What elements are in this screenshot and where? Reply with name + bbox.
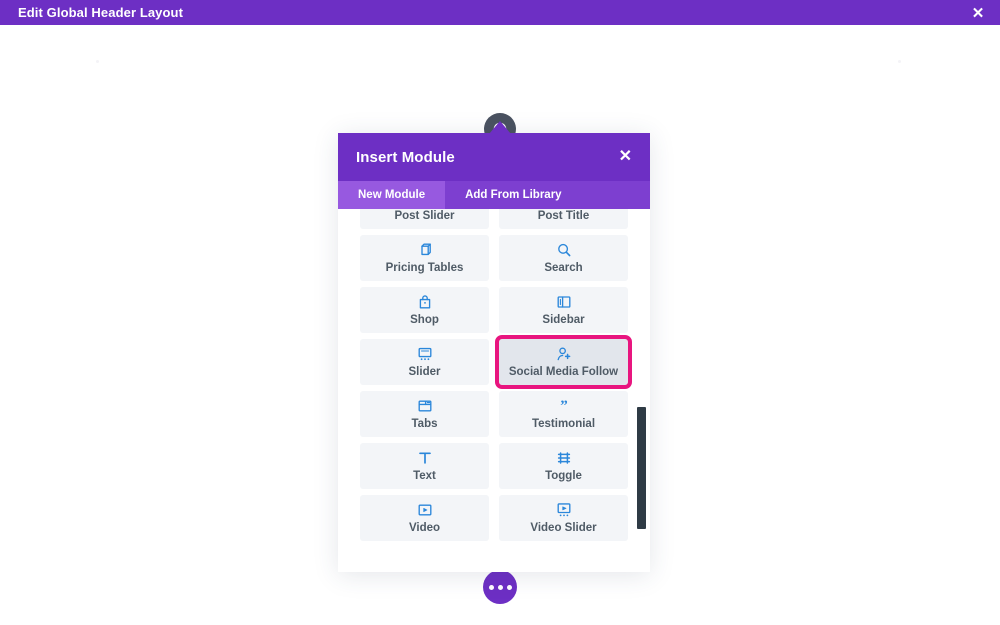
- module-cell-label: Shop: [410, 313, 439, 326]
- module-cell-label: Slider: [408, 365, 441, 378]
- modal-title: Insert Module: [356, 148, 455, 166]
- social-media-follow-icon: [556, 346, 572, 363]
- module-cell-label: Video: [408, 521, 441, 534]
- ellipsis-icon[interactable]: [483, 570, 517, 604]
- close-icon[interactable]: ✕: [617, 145, 634, 169]
- module-cell-label: Text: [413, 469, 436, 482]
- tabs-icon: [417, 398, 433, 415]
- modal-scrollbar-thumb[interactable]: [637, 407, 646, 529]
- ellipsis-dot: [497, 584, 503, 590]
- module-cell-video-slider[interactable]: Video Slider: [499, 495, 628, 541]
- module-cell-post-slider[interactable]: Post Slider: [360, 209, 489, 229]
- insert-module-modal: Insert Module ✕ New Module Add From Libr…: [338, 133, 650, 572]
- module-cell-label: Testimonial: [531, 417, 596, 430]
- modal-pointer-arrow: [489, 121, 511, 134]
- shop-bag-icon: [417, 294, 433, 311]
- module-cell-label: Video Slider: [530, 521, 597, 534]
- module-cell-search[interactable]: Search: [499, 235, 628, 281]
- sidebar-icon: [556, 294, 572, 311]
- module-cell-label: Pricing Tables: [385, 261, 464, 274]
- tab-add-from-library[interactable]: Add From Library: [445, 181, 581, 209]
- tab-new-module[interactable]: New Module: [338, 181, 446, 209]
- module-cell-label: Post Slider: [394, 209, 455, 222]
- module-cell-shop[interactable]: Shop: [360, 287, 489, 333]
- modal-header: Insert Module ✕: [338, 133, 650, 181]
- module-cell-label: Toggle: [545, 469, 582, 482]
- module-cell-tabs[interactable]: Tabs: [360, 391, 489, 437]
- close-icon[interactable]: ✕: [956, 0, 1000, 25]
- modal-tab-bar: New Module Add From Library: [338, 181, 650, 209]
- module-cell-slider[interactable]: Slider: [360, 339, 489, 385]
- canvas-hint-dot-left: [96, 60, 99, 63]
- module-cell-label: Search: [544, 261, 583, 274]
- module-cell-social-media-follow[interactable]: Social Media Follow: [495, 335, 632, 389]
- module-cell-label: Post Title: [537, 209, 590, 222]
- module-cell-toggle[interactable]: Toggle: [499, 443, 628, 489]
- page-title: Edit Global Header Layout: [18, 5, 184, 20]
- builder-canvas: Insert Module ✕ New Module Add From Libr…: [0, 25, 1000, 625]
- tab-new-module-label: New Module: [358, 189, 426, 201]
- video-icon: [417, 502, 433, 519]
- module-cell-label: Social Media Follow: [508, 365, 619, 378]
- tab-add-from-library-label: Add From Library: [465, 189, 562, 201]
- admin-topbar: Edit Global Header Layout ✕: [0, 0, 1000, 25]
- module-cell-text[interactable]: Text: [360, 443, 489, 489]
- module-grid: Post Slider Post Title Pricing Tables Searc…: [338, 209, 650, 541]
- module-cell-post-title[interactable]: Post Title: [499, 209, 628, 229]
- module-cell-video[interactable]: Video: [360, 495, 489, 541]
- modal-scrollbar[interactable]: [637, 209, 648, 572]
- quote-icon: ”: [555, 398, 573, 415]
- svg-text:”: ”: [560, 398, 568, 414]
- slider-icon: [417, 346, 433, 363]
- ellipsis-dot: [506, 584, 512, 590]
- toggle-icon: [556, 450, 572, 467]
- module-cell-pricing-tables[interactable]: Pricing Tables: [360, 235, 489, 281]
- video-slider-icon: [556, 502, 572, 519]
- modal-body: Post Slider Post Title Pricing Tables Searc…: [338, 209, 650, 572]
- search-icon: [556, 242, 572, 259]
- module-cell-label: Tabs: [411, 417, 438, 430]
- canvas-hint-dot-right: [898, 60, 901, 63]
- module-cell-sidebar[interactable]: Sidebar: [499, 287, 628, 333]
- pricing-tables-icon: [417, 242, 433, 259]
- module-cell-label: Sidebar: [542, 313, 585, 326]
- text-icon: [417, 450, 433, 467]
- module-cell-testimonial[interactable]: ” Testimonial: [499, 391, 628, 437]
- ellipsis-dot: [488, 584, 494, 590]
